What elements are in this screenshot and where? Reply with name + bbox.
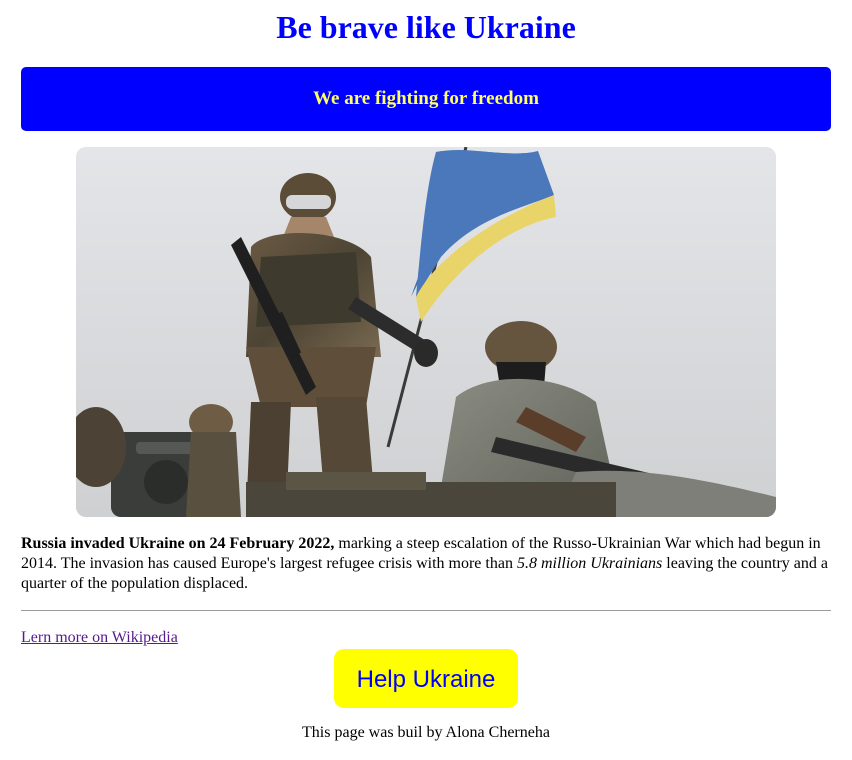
article-refugee-count: 5.8 million Ukrainians (516, 555, 663, 572)
cta-wrapper: Help Ukraine (21, 649, 831, 708)
wikipedia-link[interactable]: Lern more on Wikipedia (21, 629, 178, 647)
footer-credit: This page was buil by Alona Cherneha (302, 724, 550, 741)
soldiers-photo-icon (76, 147, 776, 517)
article-bold-lead: Russia invaded Ukraine on 24 February 20… (21, 535, 335, 552)
slogan-banner: We are fighting for freedom (21, 67, 831, 131)
page-title: Be brave like Ukraine (276, 9, 576, 45)
banner-text: We are fighting for freedom (313, 88, 539, 109)
divider (21, 610, 831, 611)
article-text: Russia invaded Ukraine on 24 February 20… (21, 534, 831, 594)
help-ukraine-button[interactable]: Help Ukraine (334, 649, 518, 708)
hero-image (76, 147, 776, 517)
page: Be brave like Ukraine We are fighting fo… (0, 0, 852, 760)
